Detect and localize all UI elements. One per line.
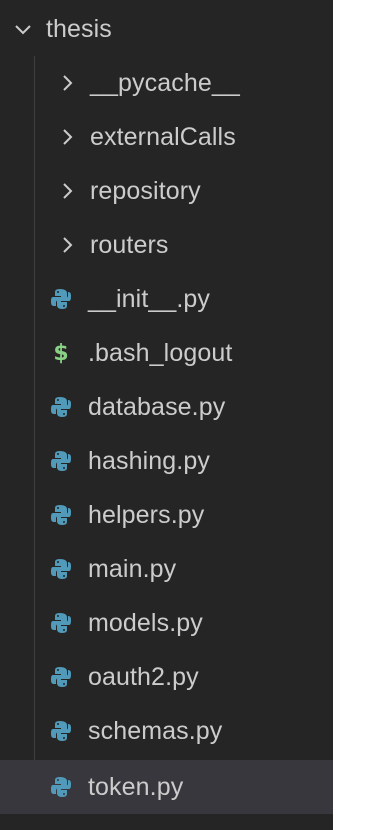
file-database-py[interactable]: database.py — [0, 380, 333, 434]
python-icon — [48, 502, 74, 528]
folder-label: repository — [90, 176, 201, 205]
python-icon — [48, 556, 74, 582]
folder-label: externalCalls — [90, 122, 236, 151]
folder-repository[interactable]: repository — [0, 164, 333, 218]
chevron-right-icon — [56, 126, 78, 148]
file-label: schemas.py — [88, 716, 223, 745]
file-label: main.py — [88, 554, 177, 583]
shell-icon: $ — [48, 340, 74, 366]
chevron-right-icon — [56, 180, 78, 202]
folder-thesis[interactable]: thesis — [0, 2, 333, 56]
file-explorer: thesis __pycache__ externalCalls reposit… — [0, 0, 333, 830]
python-icon — [48, 394, 74, 420]
file-label: models.py — [88, 608, 203, 637]
folder-pycache[interactable]: __pycache__ — [0, 56, 333, 110]
chevron-down-icon — [12, 18, 34, 40]
file-label: token.py — [88, 772, 184, 801]
folder-routers[interactable]: routers — [0, 218, 333, 272]
file-hashing-py[interactable]: hashing.py — [0, 434, 333, 488]
chevron-right-icon — [56, 234, 78, 256]
file-token-py[interactable]: token.py — [0, 760, 333, 814]
file-main-py[interactable]: main.py — [0, 542, 333, 596]
file-label: database.py — [88, 392, 226, 421]
file-label: helpers.py — [88, 500, 205, 529]
python-icon — [48, 718, 74, 744]
file-label: oauth2.py — [88, 662, 199, 691]
shell-glyph: $ — [53, 340, 69, 366]
python-icon — [48, 774, 74, 800]
file-label: hashing.py — [88, 446, 210, 475]
chevron-right-icon — [56, 72, 78, 94]
file-models-py[interactable]: models.py — [0, 596, 333, 650]
python-icon — [48, 610, 74, 636]
folder-externalcalls[interactable]: externalCalls — [0, 110, 333, 164]
python-icon — [48, 448, 74, 474]
file-label: .bash_logout — [88, 338, 233, 367]
file-schemas-py[interactable]: schemas.py — [0, 704, 333, 758]
folder-label: __pycache__ — [90, 68, 240, 97]
file-init-py[interactable]: __init__.py — [0, 272, 333, 326]
file-bash-logout[interactable]: $ .bash_logout — [0, 326, 333, 380]
file-helpers-py[interactable]: helpers.py — [0, 488, 333, 542]
file-label: __init__.py — [88, 284, 211, 313]
file-oauth2-py[interactable]: oauth2.py — [0, 650, 333, 704]
folder-label: routers — [90, 230, 169, 259]
python-icon — [48, 664, 74, 690]
python-icon — [48, 286, 74, 312]
folder-label: thesis — [46, 14, 112, 43]
